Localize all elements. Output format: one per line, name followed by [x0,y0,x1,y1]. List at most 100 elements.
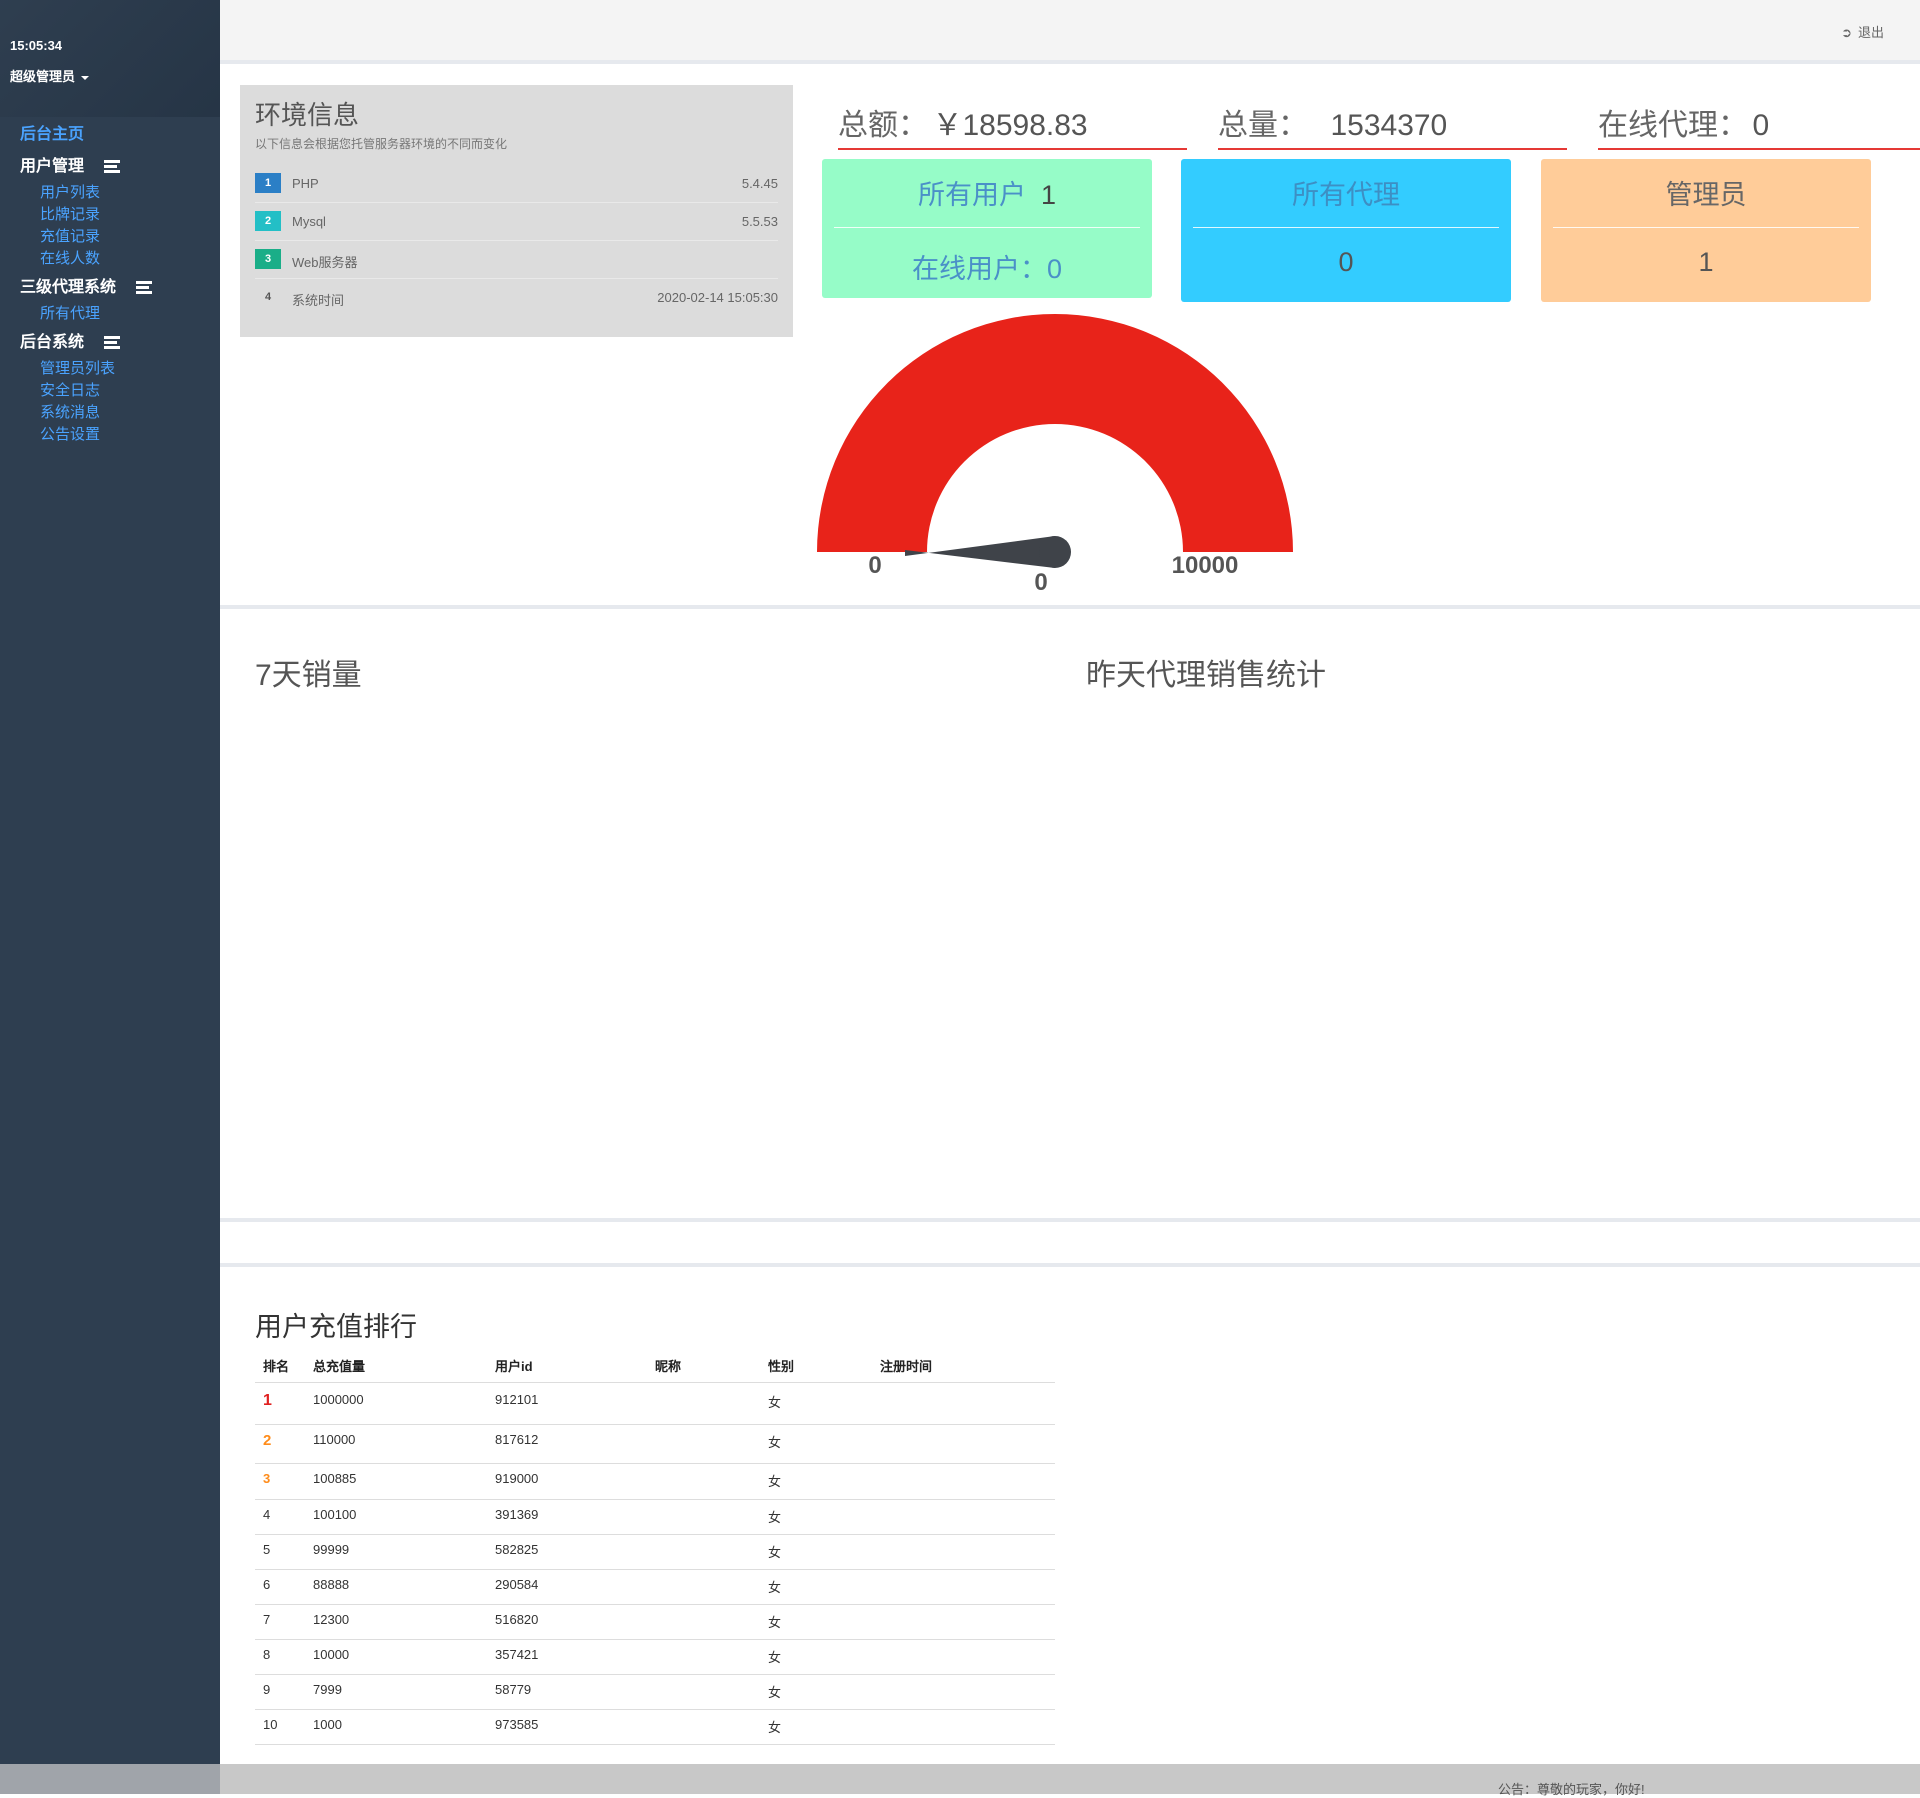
row-badge: 2 [255,211,281,231]
card-label: 所有代理 [1292,180,1400,210]
nav-group-user-management[interactable]: 用户管理 [20,152,121,176]
cell-total-recharge: 99999 [313,1542,350,1557]
card-admins[interactable]: 管理员 1 [1541,159,1871,302]
table-row: 2 110000 817612 女 [255,1424,1055,1464]
env-row-value: 5.4.45 [741,176,778,191]
gauge-min-label: 0 [868,552,881,579]
table-row: 5 99999 582825 女 [255,1534,1055,1570]
menu-icon [136,280,153,295]
gauge-value-label: 0 [1034,569,1047,596]
cell-rank: 9 [263,1682,271,1697]
sales-7days-title: 7天销量 [255,659,362,692]
online-agents: 在线代理： 0 [1598,100,1920,150]
env-row-name: 系统时间 [292,293,345,308]
gauge-chart: 0 10000 0 [817,314,1293,596]
card-all-agents[interactable]: 所有代理 0 [1181,159,1511,302]
admin-dropdown[interactable]: 超级管理员 [10,66,90,85]
cell-rank: 7 [263,1612,271,1627]
gauge-needle-hub [1039,536,1071,568]
cell-rank: 8 [263,1647,271,1662]
nav-item-online-count[interactable]: 在线人数 [40,247,100,268]
cell-gender: 女 [768,1510,782,1525]
cell-user-id: 516820 [495,1612,539,1627]
nav-group-label: 后台系统 [20,334,85,351]
cell-rank: 6 [263,1577,271,1592]
nav-group-agent-system[interactable]: 三级代理系统 [20,273,153,297]
divider [220,1218,1920,1222]
header-register-time: 注册时间 [880,1359,933,1374]
card-all-users[interactable]: 所有用户 1 在线用户：0 [822,159,1152,298]
total-quantity-label: 总量： [1218,109,1308,142]
online-agents-label: 在线代理： [1598,109,1748,142]
cell-rank: 5 [263,1542,271,1557]
row-badge: 3 [255,249,281,269]
nav-item-notice-settings[interactable]: 公告设置 [40,423,100,444]
cell-gender: 女 [768,1720,782,1735]
env-row-name: Mysql [292,214,326,229]
row-badge: 4 [264,291,272,303]
nav-item-all-agents[interactable]: 所有代理 [40,302,100,323]
table-row: 8 10000 357421 女 [255,1639,1055,1675]
cell-user-id: 919000 [495,1471,539,1486]
nav-item-admin-list[interactable]: 管理员列表 [40,357,115,378]
nav-home[interactable]: 后台主页 [20,120,84,144]
cell-total-recharge: 12300 [313,1612,350,1627]
logout-button[interactable]: ➲ 退出 [1841,22,1884,41]
menu-icon [104,335,121,350]
table-row: 4 100100 391369 女 [255,1499,1055,1535]
env-row: 1 PHP 5.4.45 [255,165,778,203]
divider [220,1263,1920,1267]
cell-gender: 女 [768,1545,782,1560]
caret-down-icon [81,75,90,80]
footer: 公告：尊敬的玩家，你好! [220,1764,1920,1797]
cell-user-id: 357421 [495,1647,539,1662]
cell-total-recharge: 10000 [313,1647,350,1662]
card-value: 0 [1338,247,1354,277]
env-title: 环境信息 [255,100,360,130]
header-total-recharge: 总充值量 [313,1359,366,1374]
cell-user-id: 58779 [495,1682,532,1697]
agent-yesterday-title: 昨天代理销售统计 [1086,659,1326,692]
total-quantity: 总量： 1534370 [1218,100,1567,150]
cell-gender: 女 [768,1474,782,1489]
env-row: 3 Web服务器 [255,241,778,279]
table-row: 1 1000000 912101 女 [255,1384,1055,1425]
clock: 15:05:34 [10,38,63,53]
cell-gender: 女 [768,1650,782,1665]
cell-user-id: 912101 [495,1392,539,1407]
cell-gender: 女 [768,1580,782,1595]
nav-item-recharge-records[interactable]: 充值记录 [40,225,100,246]
cell-user-id: 973585 [495,1717,539,1732]
nav-item-security-log[interactable]: 安全日志 [40,379,100,400]
cell-rank: 1 [263,1392,272,1409]
cell-user-id: 290584 [495,1577,539,1592]
gauge-needle [905,536,1055,568]
env-subtitle: 以下信息会根据您托管服务器环境的不同而变化 [255,137,508,151]
card-value-secondary: 0 [1046,254,1063,284]
table-row: 10 1000 973585 女 [255,1709,1055,1745]
header-rank: 排名 [263,1359,290,1374]
environment-panel: 环境信息 以下信息会根据您托管服务器环境的不同而变化 1 PHP 5.4.45 … [240,85,793,337]
card-separator [834,227,1140,228]
total-amount-value: ￥18598.83 [932,109,1088,142]
online-agents-value: 0 [1752,109,1770,142]
cell-total-recharge: 1000 [313,1717,342,1732]
card-value: 1 [1040,180,1057,210]
nav-item-system-messages[interactable]: 系统消息 [40,401,100,422]
nav-item-game-records[interactable]: 比牌记录 [40,203,100,224]
cell-total-recharge: 1000000 [313,1392,364,1407]
card-value: 1 [1698,247,1714,277]
card-label: 所有用户 [917,180,1026,210]
cell-user-id: 391369 [495,1507,539,1522]
table-row: 6 88888 290584 女 [255,1569,1055,1605]
row-badge: 1 [255,173,281,193]
nav-group-backend-system[interactable]: 后台系统 [20,328,121,352]
card-label-secondary: 在线用户： [911,254,1047,284]
env-row-value: 2020-02-14 15:05:30 [657,290,778,305]
nav-item-user-list[interactable]: 用户列表 [40,181,100,202]
cell-gender: 女 [768,1395,782,1410]
sidebar-header: 15:05:34 超级管理员 [0,0,220,117]
cell-gender: 女 [768,1435,782,1450]
cell-total-recharge: 7999 [313,1682,342,1697]
cell-total-recharge: 100885 [313,1471,357,1486]
